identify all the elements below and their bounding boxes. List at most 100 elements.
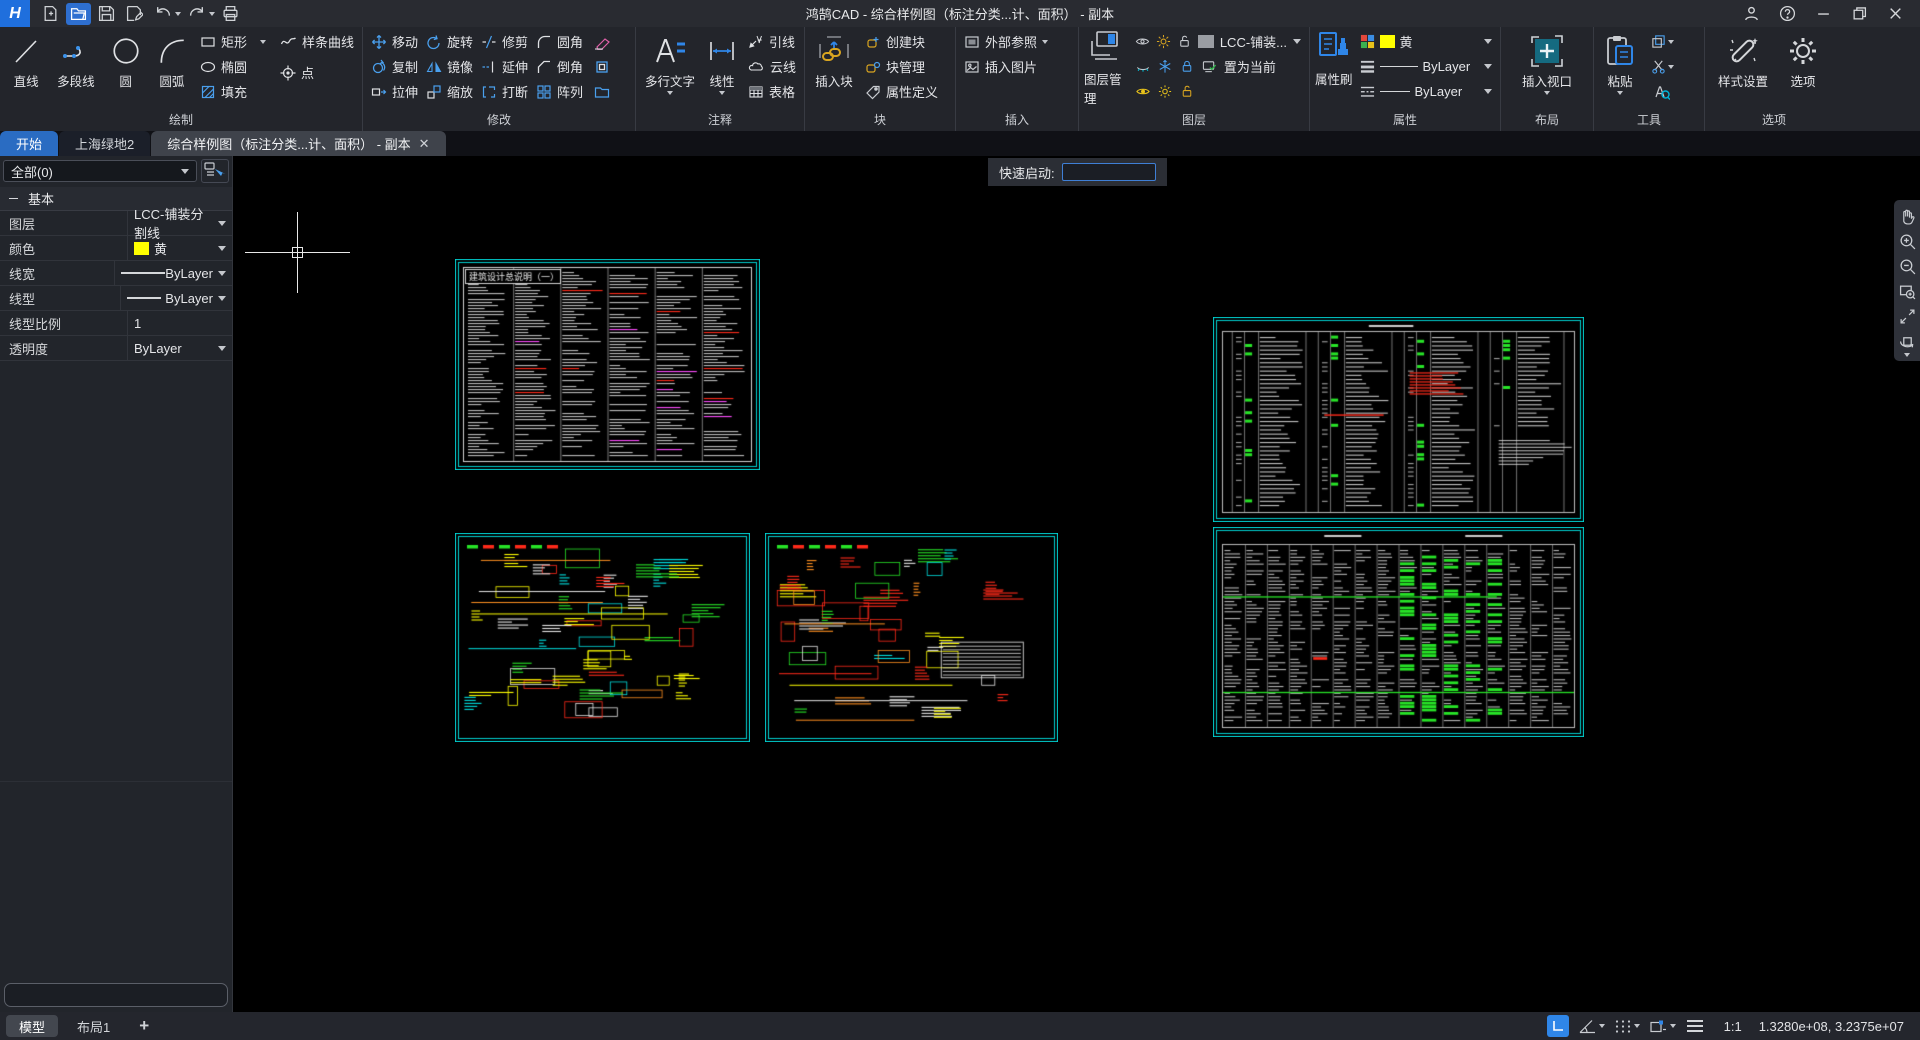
layer-unlock-gold-icon[interactable]	[1179, 84, 1195, 99]
minimize-button[interactable]	[1812, 3, 1834, 25]
layer-dropdown[interactable]: LCC-铺装...	[1220, 32, 1287, 51]
match-properties-button[interactable]: 属性刷	[1315, 69, 1353, 88]
insert-image-button[interactable]: 插入图片	[961, 54, 1051, 79]
model-tab[interactable]: 模型	[6, 1015, 58, 1037]
find-button[interactable]	[1645, 79, 1679, 104]
vp-layer-off-icon[interactable]	[1135, 84, 1151, 99]
move-button[interactable]: 移动	[368, 29, 421, 54]
xref-button[interactable]: 外部参照	[961, 29, 1051, 54]
grid-caret[interactable]	[1634, 1024, 1640, 1028]
sheet-detail-mid[interactable]	[765, 533, 1058, 742]
tab-shanghai-lvdi2[interactable]: 上海绿地2	[59, 131, 150, 156]
ellipse-button[interactable]: 椭圆	[197, 54, 269, 79]
layer-thaw-icon[interactable]	[1156, 34, 1171, 49]
attribute-define-button[interactable]: 属性定义	[862, 79, 941, 104]
linetype-caret[interactable]	[1484, 89, 1492, 94]
insert-viewport-button[interactable]: 插入视口	[1516, 29, 1578, 95]
insert-block-button[interactable]: 插入块	[810, 29, 858, 90]
create-block-button[interactable]: 创建块	[862, 29, 941, 54]
viewport-scale[interactable]: 1:1	[1724, 1019, 1742, 1034]
save-button[interactable]	[94, 3, 119, 25]
save-as-button[interactable]	[122, 3, 147, 25]
sheet-schedule-bottom[interactable]	[1213, 527, 1584, 737]
stretch-button[interactable]: 拉伸	[368, 79, 421, 104]
orbit-button[interactable]	[1896, 330, 1918, 352]
cut-clip-caret[interactable]	[1668, 65, 1674, 69]
ortho-mode-toggle[interactable]	[1547, 1015, 1569, 1037]
tab-close-icon[interactable]: ✕	[419, 136, 430, 152]
rectangle-button[interactable]: 矩形	[197, 29, 269, 54]
quick-launch-input[interactable]	[1062, 163, 1156, 181]
status-menu-button[interactable]	[1685, 1018, 1705, 1034]
break-button[interactable]: 打断	[478, 79, 531, 104]
new-file-button[interactable]	[38, 3, 63, 25]
redo-dropdown-caret[interactable]	[209, 12, 215, 16]
undo-button[interactable]	[150, 3, 175, 25]
layer-color-swatch[interactable]	[1198, 35, 1214, 48]
close-button[interactable]	[1884, 3, 1906, 25]
layer-on-icon[interactable]	[1135, 34, 1150, 49]
layer-freeze-icon[interactable]	[1157, 59, 1173, 74]
dim-linear-button[interactable]: 线性	[703, 29, 741, 95]
print-button[interactable]	[218, 3, 243, 25]
hatch-button[interactable]: 填充	[197, 79, 269, 104]
copy-clip-caret[interactable]	[1668, 40, 1674, 44]
command-line-input[interactable]	[4, 983, 228, 1007]
extend-button[interactable]: 延伸	[478, 54, 531, 79]
point-button[interactable]: 点	[277, 60, 357, 85]
block-manager-button[interactable]: 块管理	[862, 54, 941, 79]
add-layout-button[interactable]: +	[139, 1016, 149, 1036]
restore-button[interactable]	[1848, 3, 1870, 25]
copy-properties-button[interactable]	[590, 54, 614, 79]
color-value-dropdown[interactable]: 黄	[128, 236, 232, 260]
orbit-dropdown-caret[interactable]	[1904, 353, 1910, 357]
layout1-tab[interactable]: 布局1	[64, 1015, 123, 1037]
chamfer-button[interactable]: 倒角	[533, 54, 586, 79]
trim-button[interactable]: 修剪	[478, 29, 531, 54]
dim-linear-dropdown-caret[interactable]	[719, 91, 725, 95]
fillet-button[interactable]: 圆角	[533, 29, 586, 54]
sheet-detail-left[interactable]	[455, 533, 750, 742]
copy-clip-button[interactable]	[1645, 29, 1679, 54]
lineweight-row[interactable]: ByLayer	[1357, 54, 1495, 79]
lineweight-caret[interactable]	[1484, 64, 1492, 69]
layer-manager-button[interactable]: 图层管理	[1084, 69, 1128, 107]
sheet-general-notes[interactable]	[455, 259, 760, 470]
mirror-button[interactable]: 镜像	[423, 54, 476, 79]
lineweight-value-dropdown[interactable]: ByLayer	[115, 261, 232, 285]
set-current-icon[interactable]	[1201, 59, 1218, 74]
transparency-value-dropdown[interactable]: ByLayer	[128, 336, 232, 360]
paste-dropdown-caret[interactable]	[1617, 91, 1623, 95]
insert-viewport-caret[interactable]	[1544, 91, 1550, 95]
layer-dropdown-caret[interactable]	[1293, 39, 1301, 44]
mtext-button[interactable]: 多行文字	[641, 29, 699, 95]
quick-select-button[interactable]	[201, 159, 229, 183]
scale-button[interactable]: 缩放	[423, 79, 476, 104]
layer-lock-icon[interactable]	[1179, 59, 1195, 74]
help-button[interactable]	[1776, 3, 1798, 25]
cut-clip-button[interactable]	[1645, 54, 1679, 79]
leader-button[interactable]: 引线	[745, 29, 799, 54]
open-file-button[interactable]	[66, 3, 91, 25]
rev-cloud-button[interactable]: 云线	[745, 54, 799, 79]
selection-filter-dropdown[interactable]: 全部(0)	[3, 160, 197, 182]
app-logo[interactable]: H	[0, 0, 30, 27]
array-button[interactable]: 阵列	[533, 79, 586, 104]
drawing-canvas[interactable]: 快速启动:	[232, 156, 1920, 1012]
object-color-caret[interactable]	[1484, 39, 1492, 44]
polar-tracking-toggle[interactable]	[1578, 1018, 1605, 1035]
grid-snap-toggle[interactable]	[1614, 1018, 1640, 1035]
vp-layer-freeze-icon[interactable]	[1157, 84, 1173, 99]
arc-button[interactable]: 圆弧	[151, 29, 193, 90]
zoom-out-button[interactable]	[1896, 255, 1918, 277]
object-color-row[interactable]: 黄	[1357, 29, 1495, 54]
xref-dropdown-caret[interactable]	[1042, 40, 1048, 44]
polyline-button[interactable]: 多段线	[51, 29, 100, 90]
ltscale-value-field[interactable]: 1	[128, 311, 232, 335]
erase-button[interactable]	[590, 29, 614, 54]
osnap-caret[interactable]	[1670, 1024, 1676, 1028]
set-current-button[interactable]: 置为当前	[1224, 57, 1276, 76]
rotate-button[interactable]: 旋转	[423, 29, 476, 54]
paste-button[interactable]: 粘贴	[1599, 29, 1641, 95]
tab-current-drawing[interactable]: 综合样例图（标注分类...计、面积） - 副本 ✕	[151, 131, 445, 156]
